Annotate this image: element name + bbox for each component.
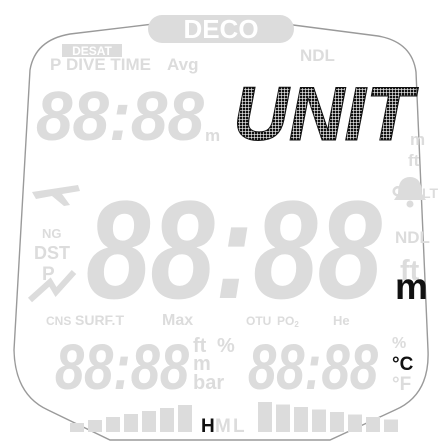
- p-indicator-top: P: [50, 55, 61, 74]
- bargraph-right-segment: [330, 412, 344, 432]
- bargraph-left-segment: [160, 408, 174, 432]
- bargraph-left-segment: [178, 405, 192, 432]
- bargraph-left: [70, 405, 192, 432]
- bottom-right-unit-percent: %: [392, 335, 406, 352]
- ng-label: NG: [42, 226, 62, 241]
- bargraph-h-label: H: [201, 416, 215, 437]
- airplane-icon: [32, 185, 80, 206]
- bottom-left-unit-bar: bar: [193, 372, 224, 394]
- bargraph-right-segment: [312, 409, 326, 432]
- main-digits: 88:88: [86, 171, 382, 328]
- dst-label: DST: [34, 243, 70, 263]
- bottom-right-unit-c: °C: [392, 354, 414, 375]
- ndl-label-top: NDL: [300, 46, 335, 65]
- bargraph-l-label: L: [233, 416, 245, 437]
- bargraph-right-segment: [384, 419, 398, 432]
- unit-dot-matrix-text: UNIT: [233, 72, 419, 157]
- bargraph-right: [258, 402, 398, 432]
- otu-label: OTU: [246, 314, 271, 328]
- surf-t-label: SURF.T: [75, 312, 124, 328]
- deco-badge: DECO: [148, 14, 294, 44]
- deco-label: DECO: [183, 14, 258, 44]
- avg-label: Avg: [167, 55, 199, 74]
- bottom-left-digits: 88:88: [55, 331, 189, 403]
- bargraph-right-segment: [366, 417, 380, 432]
- ndl-label-mid: NDL: [395, 228, 430, 247]
- bottom-left-unit-percent: %: [217, 335, 235, 357]
- top-left-digits: 88:88: [36, 77, 204, 155]
- bargraph-left-segment: [70, 423, 84, 432]
- bargraph-right-segment: [294, 407, 308, 432]
- dive-computer-display: DECO DESAT P DIVE TIME Avg NDL 88:88 m U…: [13, 14, 439, 441]
- bargraph-m-label: M: [215, 416, 231, 437]
- he-label: He: [333, 313, 350, 328]
- mid-unit-m: m: [395, 266, 428, 307]
- lt-label: LT: [422, 185, 439, 201]
- bargraph-left-segment: [124, 414, 138, 432]
- dive-time-label: DIVE TIME: [66, 55, 151, 74]
- bottom-right-digits: 88:88: [248, 331, 378, 403]
- cns-label: CNS: [46, 314, 71, 328]
- bargraph-right-segment: [276, 404, 290, 432]
- top-right-unit-m: m: [410, 130, 425, 149]
- top-right-unit-ft: ft: [408, 151, 420, 170]
- bargraph-left-segment: [106, 417, 120, 432]
- top-left-unit: m: [205, 126, 220, 145]
- bargraph-right-segment: [258, 402, 272, 432]
- max-label: Max: [162, 312, 193, 329]
- bargraph-left-segment: [142, 411, 156, 432]
- bottom-right-unit-f: °F: [392, 374, 411, 395]
- bargraph-left-segment: [88, 420, 102, 432]
- bargraph-right-segment: [348, 414, 362, 432]
